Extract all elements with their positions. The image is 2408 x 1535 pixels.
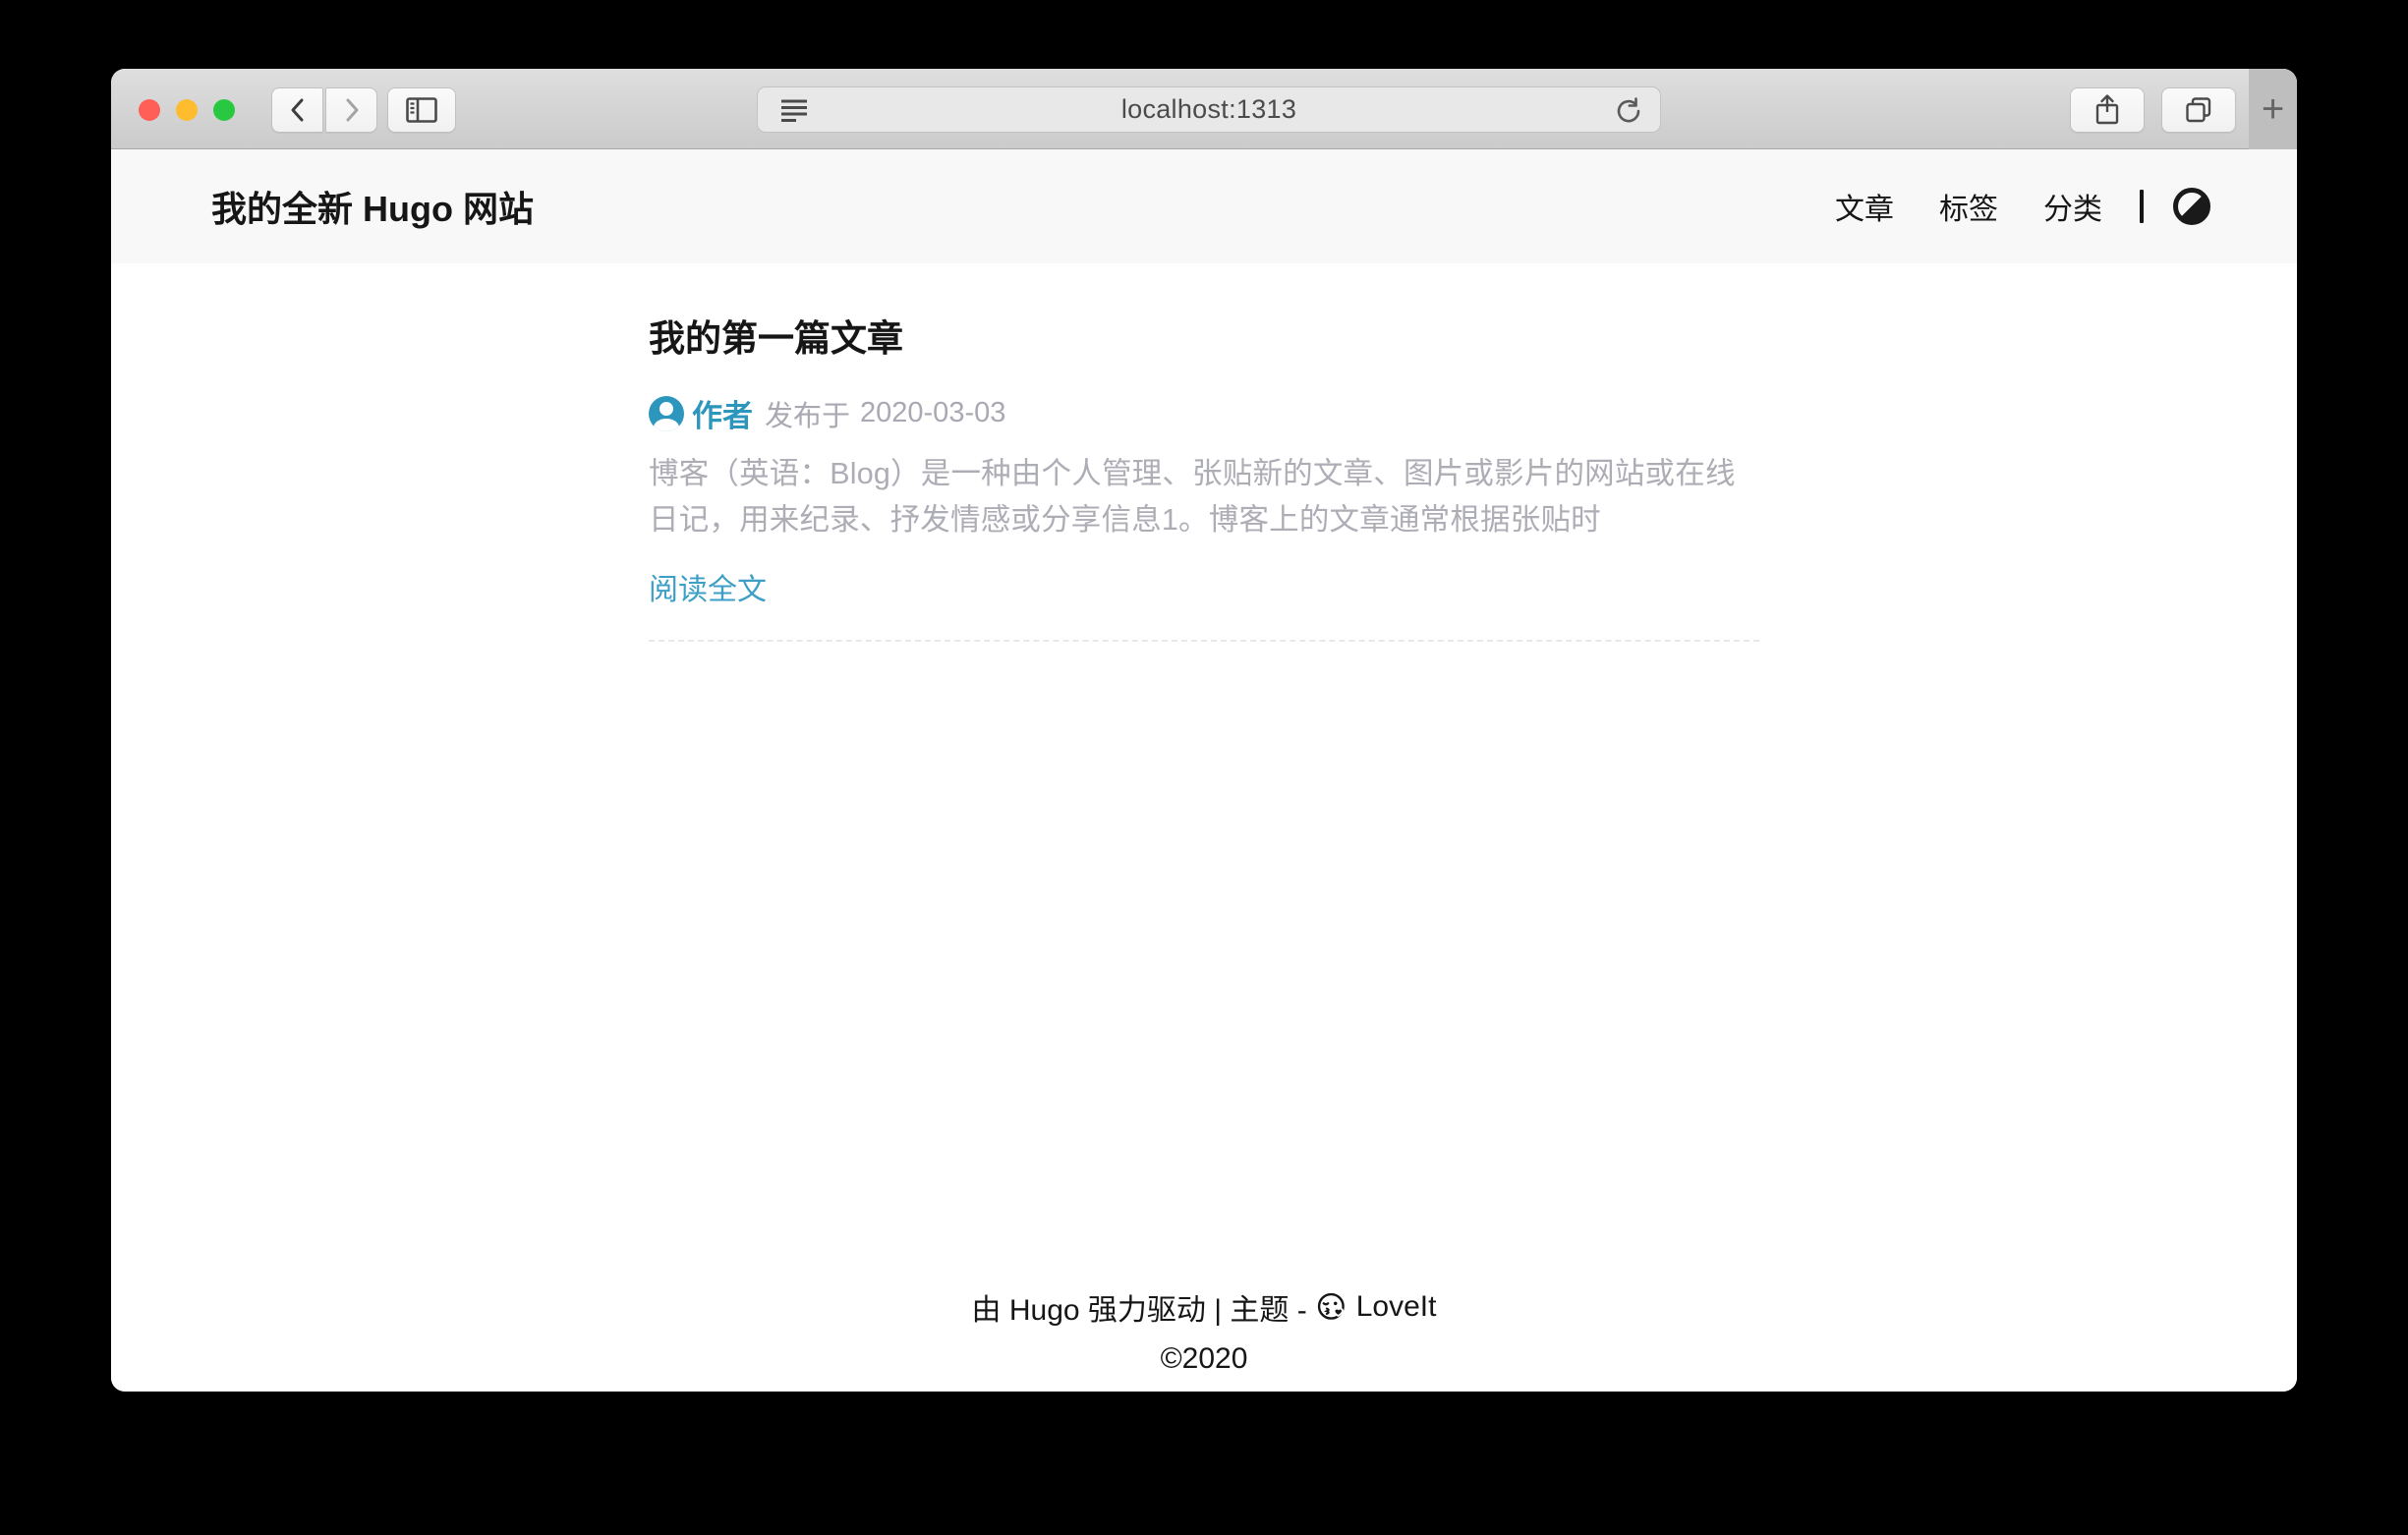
back-button[interactable]	[271, 87, 323, 133]
footer-theme-link[interactable]: LoveIt	[1356, 1290, 1437, 1324]
author-link[interactable]: 作者	[692, 391, 753, 435]
author-avatar-icon	[649, 396, 684, 431]
chevron-right-icon	[341, 97, 363, 123]
url-text: localhost:1313	[1121, 94, 1296, 125]
kiss-wink-heart-icon	[1316, 1291, 1347, 1323]
footer-powered-text: 由 Hugo 强力驱动 | 主题 -	[972, 1285, 1307, 1329]
theme-toggle-icon[interactable]	[2173, 188, 2210, 225]
chevron-left-icon	[287, 97, 309, 123]
fullscreen-button[interactable]	[213, 99, 235, 121]
close-button[interactable]	[139, 99, 160, 121]
sidebar-toggle-button[interactable]	[387, 87, 456, 133]
tabs-overview-button[interactable]	[2161, 87, 2236, 133]
nav-item-posts[interactable]: 文章	[1835, 185, 1894, 228]
minimize-button[interactable]	[176, 99, 198, 121]
read-more-link[interactable]: 阅读全文	[649, 565, 767, 608]
footer-copyright: ©2020	[111, 1342, 2297, 1376]
browser-toolbar: localhost:1313	[111, 69, 2297, 149]
share-icon	[2093, 93, 2121, 127]
site-header: 我的全新 Hugo 网站 文章 标签 分类	[111, 149, 2297, 263]
site-footer: 由 Hugo 强力驱动 | 主题 - LoveIt ©2020	[111, 1285, 2297, 1376]
post-summary-card: 我的第一篇文章 作者 发布于 2020-03-03 博客（英语：Blog）是一种…	[649, 309, 1759, 642]
plus-icon: +	[2262, 89, 2284, 129]
publish-date: 2020-03-03	[860, 397, 1005, 429]
post-divider	[649, 640, 1759, 642]
tabs-icon	[2184, 95, 2213, 125]
post-title[interactable]: 我的第一篇文章	[649, 309, 1759, 362]
nav-separator	[2140, 190, 2144, 223]
share-button[interactable]	[2070, 87, 2145, 133]
site-title[interactable]: 我的全新 Hugo 网站	[211, 181, 534, 232]
address-bar[interactable]: localhost:1313	[757, 86, 1661, 133]
post-summary-text: 博客（英语：Blog）是一种由个人管理、张贴新的文章、图片或影片的网站或在线日记…	[649, 451, 1759, 543]
page-content: 我的第一篇文章 作者 发布于 2020-03-03 博客（英语：Blog）是一种…	[111, 263, 2297, 1392]
new-tab-button[interactable]: +	[2249, 69, 2297, 149]
window-controls	[139, 99, 235, 121]
site-nav: 文章 标签 分类	[1790, 185, 2210, 228]
nav-item-tags[interactable]: 标签	[1939, 185, 1998, 228]
publish-label: 发布于	[765, 393, 850, 434]
safari-window: localhost:1313	[111, 69, 2297, 1392]
sidebar-icon	[406, 97, 437, 123]
reader-mode-icon[interactable]	[779, 96, 809, 124]
forward-button[interactable]	[325, 87, 377, 133]
post-meta: 作者 发布于 2020-03-03	[649, 391, 1759, 435]
nav-item-categories[interactable]: 分类	[2043, 185, 2102, 228]
refresh-icon[interactable]	[1615, 96, 1642, 126]
